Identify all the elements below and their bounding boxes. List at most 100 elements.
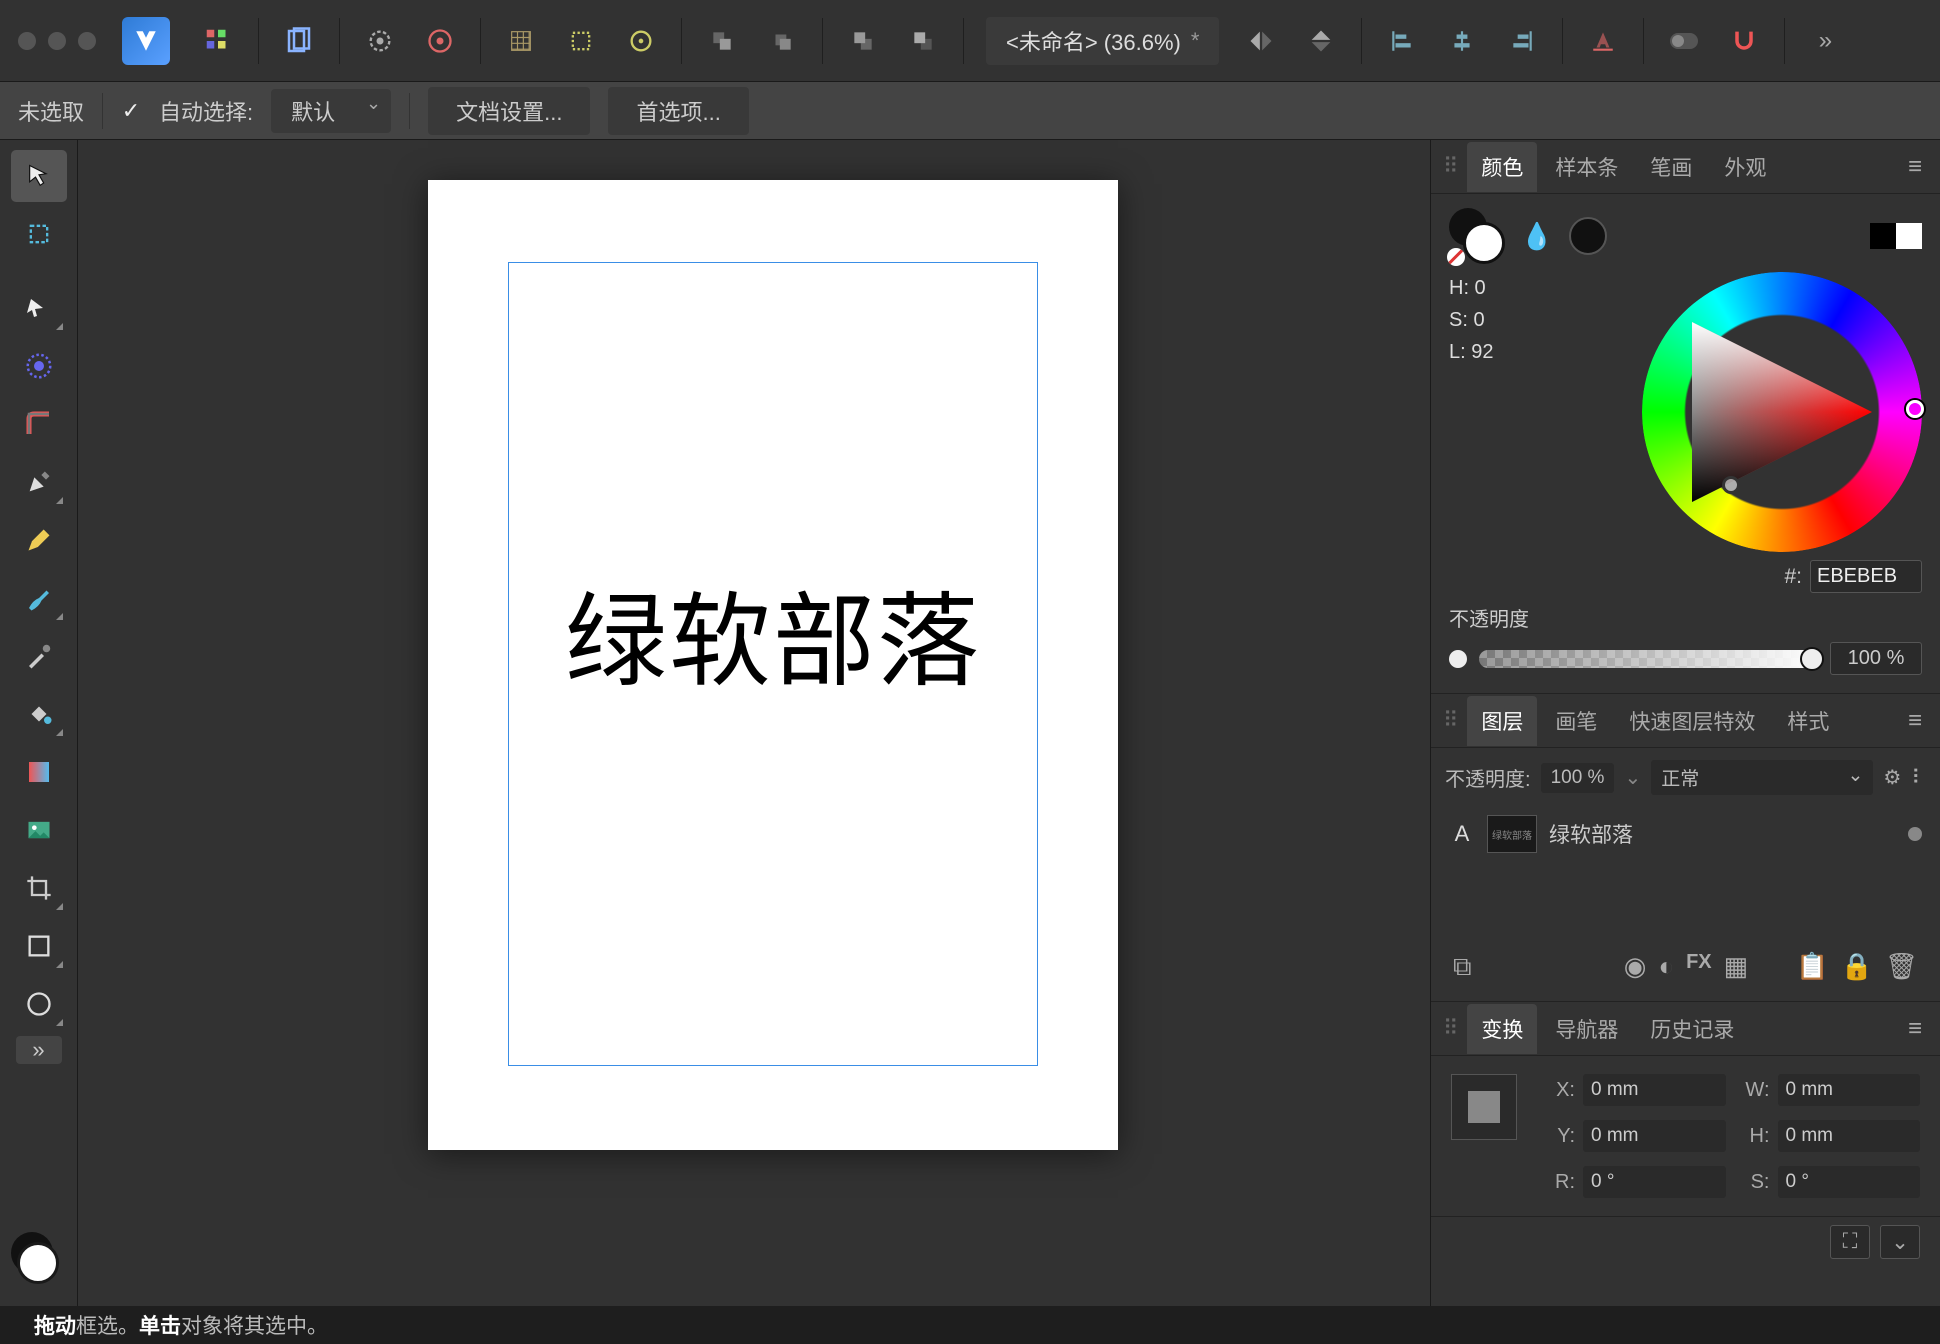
artboard-tool[interactable] (11, 208, 67, 260)
tab-stroke[interactable]: 笔画 (1636, 142, 1706, 192)
y-input[interactable]: 0 mm (1583, 1120, 1726, 1152)
canvas[interactable]: 绿软部落 (78, 140, 1430, 1306)
x-input[interactable]: 0 mm (1583, 1074, 1726, 1106)
tab-appearance[interactable]: 外观 (1710, 142, 1780, 192)
grip-icon[interactable]: ⠿ (1443, 1016, 1463, 1041)
align-left-icon[interactable] (1376, 15, 1428, 67)
rectangle-tool[interactable] (11, 920, 67, 972)
document-settings-button[interactable]: 文档设置... (428, 87, 590, 135)
layer-name[interactable]: 绿软部落 (1549, 819, 1896, 849)
selection-bounds-icon[interactable] (555, 15, 607, 67)
move-front-icon[interactable] (897, 15, 949, 67)
point-transform-tool[interactable] (11, 340, 67, 392)
transform-origin-icon[interactable] (615, 15, 667, 67)
close-icon[interactable] (18, 32, 36, 50)
lock-icon[interactable]: 🔒 (1841, 951, 1873, 983)
align-center-icon[interactable] (1436, 15, 1488, 67)
target-icon[interactable] (414, 15, 466, 67)
duplicate-layer-icon[interactable]: ⧉ (1453, 951, 1472, 983)
brush-tool[interactable] (11, 572, 67, 624)
pen-tool[interactable] (11, 456, 67, 508)
settings-icon[interactable] (354, 15, 406, 67)
recent-color-swatch[interactable] (1569, 217, 1607, 255)
auto-select-checkbox[interactable]: ✓ (121, 101, 141, 121)
adjustment-icon[interactable]: ◐ (1658, 951, 1674, 983)
eyedropper-icon[interactable]: 💧 (1521, 221, 1553, 252)
panel-menu-icon[interactable]: ≡ (1902, 1015, 1928, 1043)
flip-horizontal-icon[interactable] (1235, 15, 1287, 67)
layer-visibility-icon[interactable] (1908, 827, 1922, 841)
anchor-point-selector[interactable] (1451, 1074, 1517, 1140)
node-tool[interactable] (11, 282, 67, 334)
w-input[interactable]: 0 mm (1778, 1074, 1921, 1106)
panel-menu-icon[interactable]: ≡ (1902, 153, 1928, 181)
pencil-tool[interactable] (11, 514, 67, 566)
layer-opacity-value[interactable]: 100 % (1541, 763, 1615, 793)
tools-overflow[interactable]: » (16, 1036, 62, 1064)
persona-switch-icon[interactable] (192, 15, 244, 67)
grip-icon[interactable]: ⠿ (1443, 708, 1463, 733)
tab-fx[interactable]: 快速图层特效 (1615, 696, 1769, 746)
layer-overflow-icon[interactable]: ⠇ (1911, 765, 1926, 790)
canvas-text[interactable]: 绿软部落 (428, 560, 1118, 707)
flip-vertical-icon[interactable] (1295, 15, 1347, 67)
s-input[interactable]: 0 ° (1778, 1166, 1921, 1198)
snapping-icon[interactable] (1718, 15, 1770, 67)
panel-menu-icon[interactable]: ≡ (1902, 707, 1928, 735)
place-image-tool[interactable] (11, 804, 67, 856)
opacity-value[interactable]: 100 % (1830, 642, 1922, 675)
knife-tool[interactable] (11, 630, 67, 682)
tab-layers[interactable]: 图层 (1467, 696, 1537, 746)
opacity-start-icon (1449, 650, 1467, 668)
minimize-icon[interactable] (48, 32, 66, 50)
delete-icon[interactable]: 🗑 (1885, 951, 1918, 983)
grip-icon[interactable]: ⠿ (1443, 154, 1463, 179)
transform-panel-tabs: ⠿ 变换 导航器 历史记录 ≡ (1431, 1002, 1940, 1056)
opacity-slider[interactable] (1479, 650, 1818, 668)
hex-input[interactable] (1810, 560, 1922, 593)
toggle-ui-icon[interactable] (1658, 15, 1710, 67)
crop-tool[interactable] (11, 862, 67, 914)
move-backward-icon[interactable] (756, 15, 808, 67)
clipboard-icon[interactable]: 📋 (1796, 951, 1828, 983)
color-swatch-pair[interactable] (11, 1232, 67, 1288)
layer-item[interactable]: A 绿软部落 绿软部落 (1445, 805, 1926, 863)
tab-brushes[interactable]: 画笔 (1541, 696, 1611, 746)
auto-select-dropdown[interactable]: 默认 (271, 89, 391, 133)
zoom-icon[interactable] (78, 32, 96, 50)
grid-icon[interactable]: ▦ (1724, 951, 1749, 983)
link-wh-icon[interactable]: ⛶ (1830, 1225, 1870, 1259)
fill-stroke-selector[interactable] (1449, 208, 1505, 264)
color-wheel[interactable] (1642, 272, 1922, 552)
baseline-icon[interactable] (1577, 15, 1629, 67)
blend-mode-dropdown[interactable]: 正常⌄ (1651, 760, 1873, 795)
r-input[interactable]: 0 ° (1583, 1166, 1726, 1198)
page[interactable]: 绿软部落 (428, 180, 1118, 1150)
r-label: R: (1539, 1171, 1575, 1194)
transparency-tool[interactable] (11, 746, 67, 798)
tab-swatches[interactable]: 样本条 (1541, 142, 1632, 192)
gear-icon[interactable]: ⚙ (1883, 765, 1901, 790)
preferences-button[interactable]: 首选项... (608, 87, 748, 135)
tab-history[interactable]: 历史记录 (1636, 1004, 1748, 1054)
fill-tool[interactable] (11, 688, 67, 740)
ellipse-tool[interactable] (11, 978, 67, 1030)
move-back-icon[interactable] (696, 15, 748, 67)
overflow-icon[interactable]: » (1799, 15, 1851, 67)
move-forward-icon[interactable] (837, 15, 889, 67)
tab-navigator[interactable]: 导航器 (1541, 1004, 1632, 1054)
corner-tool[interactable] (11, 398, 67, 450)
default-bw-swatch[interactable] (1870, 223, 1922, 249)
tab-transform[interactable]: 变换 (1467, 1004, 1537, 1054)
fx-icon[interactable]: FX (1686, 951, 1712, 983)
align-right-icon[interactable] (1496, 15, 1548, 67)
document-title[interactable]: <未命名> (36.6%) * (986, 17, 1219, 65)
move-tool[interactable] (11, 150, 67, 202)
tab-styles[interactable]: 样式 (1773, 696, 1843, 746)
tab-color[interactable]: 颜色 (1467, 142, 1537, 192)
pixel-grid-icon[interactable] (495, 15, 547, 67)
mask-icon[interactable]: ◉ (1624, 951, 1647, 983)
artboard-icon[interactable] (273, 15, 325, 67)
transform-options-icon[interactable]: ⌄ (1880, 1225, 1920, 1259)
h-input[interactable]: 0 mm (1778, 1120, 1921, 1152)
